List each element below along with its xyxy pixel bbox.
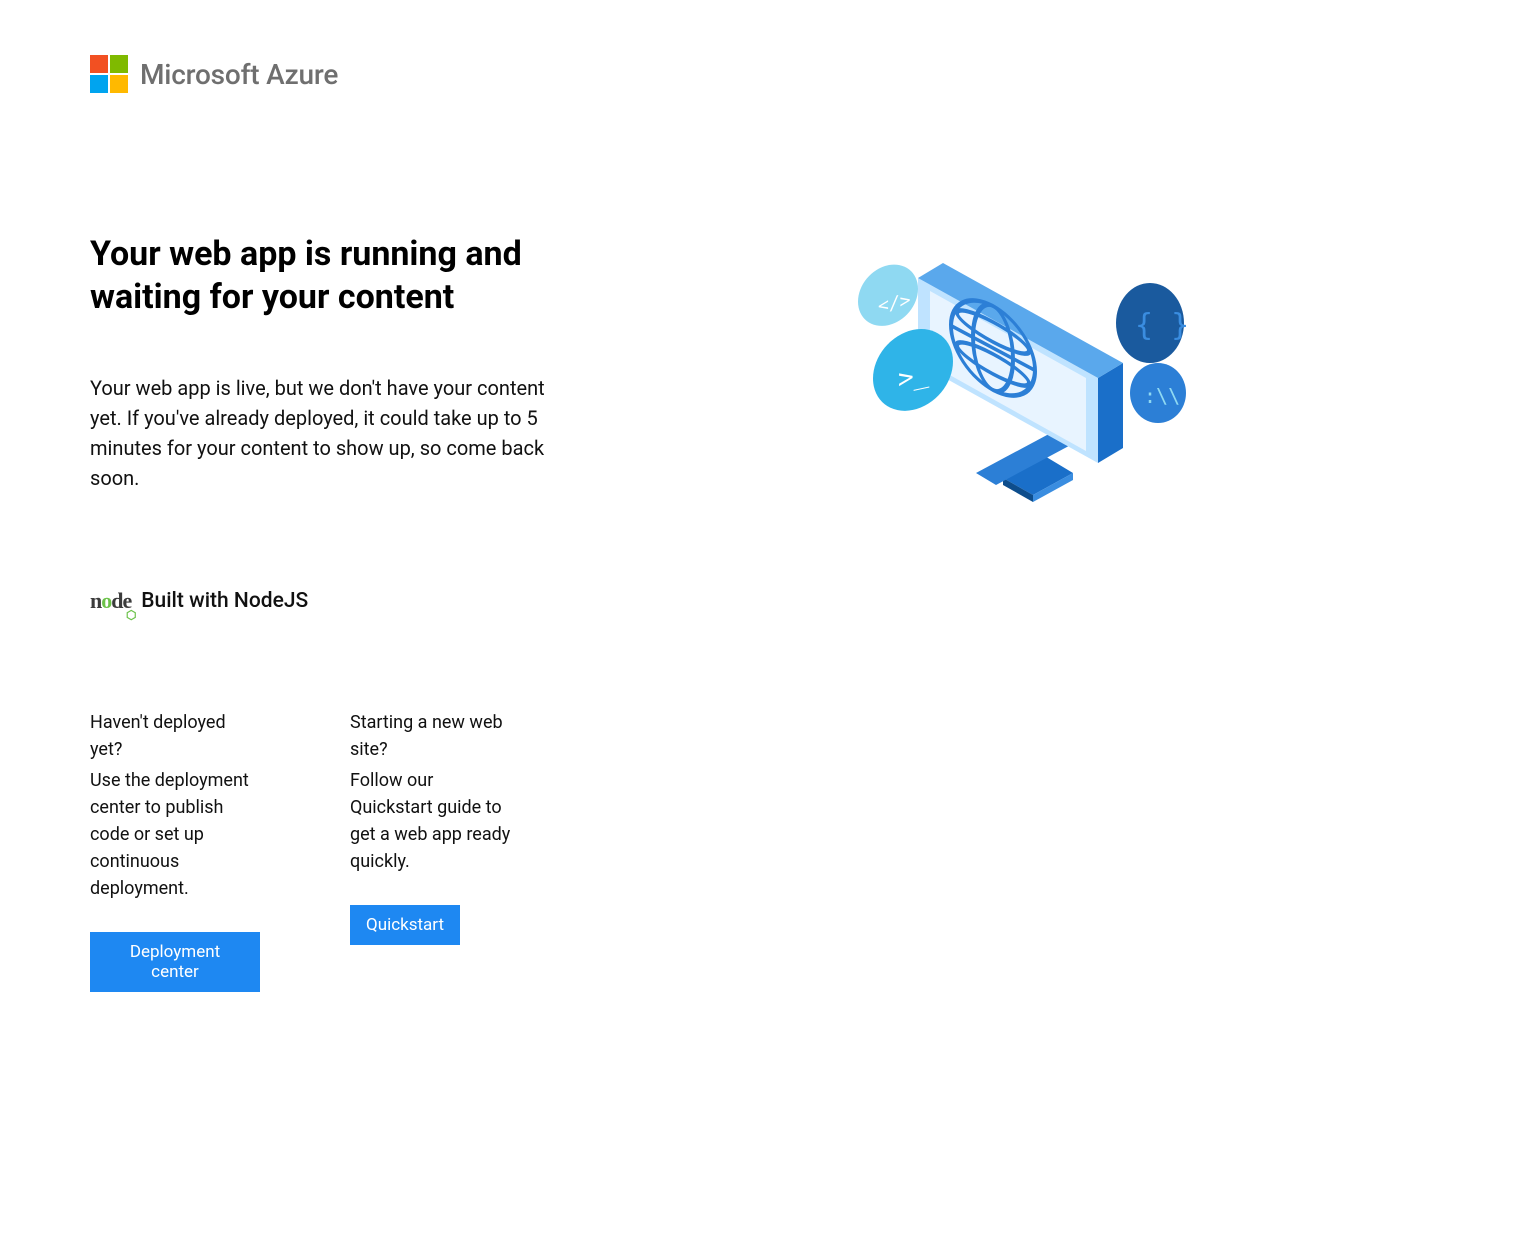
svg-text:{ }: { } — [1135, 308, 1189, 343]
nodejs-logo-icon: node ⬡ — [90, 588, 131, 614]
brand-name: Microsoft Azure — [140, 58, 338, 91]
built-with-label: Built with NodeJS — [141, 589, 308, 613]
quickstart-card: Starting a new web site? Follow our Quic… — [350, 709, 520, 992]
cloud-monitor-illustration: </> >_ { } :\\ — [828, 233, 1208, 513]
page-header: Microsoft Azure — [90, 55, 1446, 93]
quickstart-card-body: Follow our Quickstart guide to get a web… — [350, 767, 520, 875]
built-with-row: node ⬡ Built with NodeJS — [90, 588, 1446, 614]
deploy-card-lead: Haven't deployed yet? — [90, 709, 260, 763]
hero-section: Your web app is running and waiting for … — [90, 233, 1446, 513]
deploy-card: Haven't deployed yet? Use the deployment… — [90, 709, 260, 992]
quickstart-card-lead: Starting a new web site? — [350, 709, 520, 763]
page-title: Your web app is running and waiting for … — [90, 233, 550, 318]
quickstart-button[interactable]: Quickstart — [350, 905, 460, 945]
svg-text::\\: :\\ — [1144, 384, 1180, 408]
deploy-card-body: Use the deployment center to publish cod… — [90, 767, 260, 902]
deployment-center-button[interactable]: Deployment center — [90, 932, 260, 992]
hero-description: Your web app is live, but we don't have … — [90, 373, 550, 493]
action-cards: Haven't deployed yet? Use the deployment… — [90, 709, 1446, 992]
microsoft-logo-icon — [90, 55, 128, 93]
